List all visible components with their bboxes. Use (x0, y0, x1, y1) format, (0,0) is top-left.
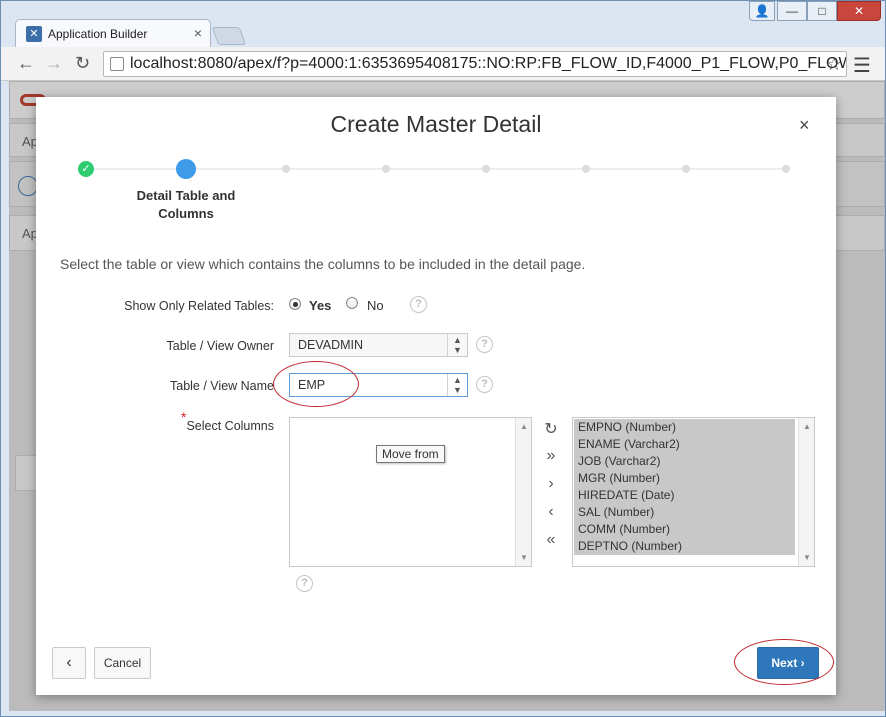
column-option[interactable]: HIREDATE (Date) (574, 487, 795, 504)
column-option[interactable]: SAL (Number) (574, 504, 795, 521)
window-close-button[interactable]: ✕ (837, 1, 881, 21)
bookmark-star-icon[interactable]: ☆ (826, 52, 842, 76)
instruction-text: Select the table or view which contains … (60, 256, 586, 272)
move-from-tooltip: Move from (376, 445, 445, 463)
column-option[interactable]: COMM (Number) (574, 521, 795, 538)
owner-label: Table / View Owner (166, 339, 274, 353)
remove-icon[interactable]: ‹ (542, 503, 560, 521)
move-all-icon[interactable]: » (542, 447, 560, 465)
wizard-current-step (176, 159, 196, 179)
scrollbar[interactable]: ▲ ▼ (515, 418, 531, 566)
cancel-button[interactable]: Cancel (94, 647, 151, 679)
owner-value: DEVADMIN (298, 338, 364, 352)
dialog-title: Create Master Detail (330, 111, 542, 137)
browser-toolbar: ← → ↻ localhost:8080/apex/f?p=4000:1:635… (1, 47, 885, 81)
wizard-step-dot (282, 165, 290, 173)
help-icon[interactable]: ? (476, 336, 493, 353)
related-tables-label: Show Only Related Tables: (124, 299, 274, 313)
select-columns-label: Select Columns (186, 419, 274, 433)
previous-button[interactable]: ‹ (52, 647, 86, 679)
related-yes-radio[interactable] (289, 298, 301, 310)
help-icon[interactable]: ? (410, 296, 427, 313)
reload-icon[interactable]: ↻ (75, 53, 90, 74)
page-icon (110, 57, 124, 71)
column-option[interactable]: JOB (Varchar2) (574, 453, 795, 470)
related-yes-label[interactable]: Yes (309, 298, 331, 313)
selected-columns-list[interactable]: EMPNO (Number) ENAME (Varchar2) JOB (Varch… (572, 417, 815, 567)
url-text: localhost:8080/apex/f?p=4000:1:635369540… (130, 55, 847, 72)
column-option[interactable]: DEPTNO (Number) (574, 538, 795, 555)
wizard-step-dot (382, 165, 390, 173)
next-label: Next (771, 656, 798, 670)
table-name-select[interactable]: EMP ▲ ▼ (289, 373, 468, 397)
select-arrows-icon: ▲ ▼ (447, 334, 467, 356)
minimize-button[interactable]: — (777, 1, 807, 21)
scroll-down-icon[interactable]: ▼ (516, 553, 531, 562)
address-bar[interactable]: localhost:8080/apex/f?p=4000:1:635369540… (103, 51, 847, 77)
wizard-step-dot (682, 165, 690, 173)
forward-arrow-icon[interactable]: → (45, 53, 63, 74)
create-master-detail-dialog: Create Master Detail × ✓ Detail Table an… (36, 97, 836, 695)
related-no-label[interactable]: No (367, 298, 384, 313)
selected-columns-options: EMPNO (Number) ENAME (Varchar2) JOB (Varch… (574, 419, 795, 555)
scrollbar[interactable]: ▲ ▼ (798, 418, 814, 566)
tab-close-icon[interactable]: × (194, 25, 202, 41)
reset-icon[interactable]: ↻ (542, 419, 560, 439)
close-icon[interactable]: × (799, 115, 810, 136)
wizard-step-dot (482, 165, 490, 173)
browser-tab[interactable]: ✕ Application Builder × (15, 19, 211, 47)
help-icon[interactable]: ? (476, 376, 493, 393)
tab-title: Application Builder (48, 27, 148, 41)
browser-titlebar: ✕ Application Builder × 👤 — □ ✕ (1, 1, 885, 47)
column-option[interactable]: MGR (Number) (574, 470, 795, 487)
available-columns-list[interactable]: ▲ ▼ (289, 417, 532, 567)
scroll-up-icon[interactable]: ▲ (516, 422, 531, 431)
column-option[interactable]: EMPNO (Number) (574, 419, 795, 436)
apex-app-icon: ✕ (26, 26, 42, 42)
next-button[interactable]: Next › (757, 647, 819, 679)
remove-all-icon[interactable]: « (542, 531, 560, 549)
related-no-radio[interactable] (346, 297, 358, 309)
browser-window: ✕ Application Builder × 👤 — □ ✕ ← → ↻ lo… (0, 0, 886, 717)
wizard-step-label: Detail Table and Columns (136, 188, 236, 221)
wizard-step-dot (782, 165, 790, 173)
back-arrow-icon[interactable]: ← (17, 53, 35, 74)
move-icon[interactable]: › (542, 475, 560, 493)
new-tab-button[interactable] (211, 27, 247, 45)
owner-select[interactable]: DEVADMIN ▲ ▼ (289, 333, 468, 357)
select-arrows-icon: ▲ ▼ (447, 374, 467, 396)
chevron-right-icon: › (800, 656, 805, 670)
browser-menu-icon[interactable]: ☰ (853, 53, 871, 78)
maximize-button[interactable]: □ (807, 1, 837, 21)
table-name-value: EMP (298, 378, 326, 392)
wizard-step-dot (582, 165, 590, 173)
check-icon: ✓ (78, 161, 94, 177)
user-profile-icon[interactable]: 👤 (749, 1, 775, 21)
column-option[interactable]: ENAME (Varchar2) (574, 436, 795, 453)
table-name-label: Table / View Name (170, 379, 274, 393)
scroll-down-icon[interactable]: ▼ (799, 553, 814, 562)
scroll-up-icon[interactable]: ▲ (799, 422, 814, 431)
help-icon[interactable]: ? (296, 575, 313, 592)
